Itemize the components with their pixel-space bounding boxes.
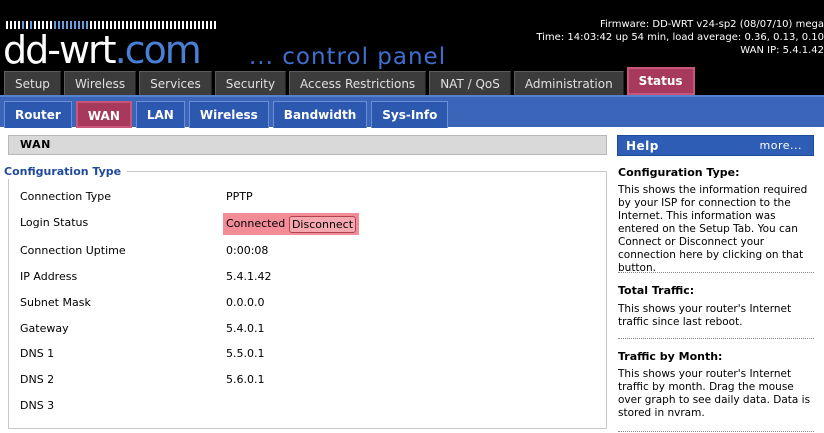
router-info: Firmware: DD-WRT v24-sp2 (08/07/10) mega…: [536, 18, 824, 57]
help-header: Help more...: [617, 135, 814, 156]
help-divider: [618, 431, 814, 432]
tab-access-restrictions[interactable]: Access Restrictions: [289, 71, 427, 95]
label-login-status: Login Status: [20, 216, 89, 229]
tab-wireless[interactable]: Wireless: [63, 71, 137, 95]
tab-administration[interactable]: Administration: [513, 71, 624, 95]
logo: dd-wrt.com: [3, 28, 202, 72]
value-dns-1: 5.5.0.1: [226, 347, 265, 360]
help-heading-configuration-type: Configuration Type:: [618, 166, 740, 179]
subtab-wireless[interactable]: Wireless: [188, 101, 269, 128]
label-subnet-mask: Subnet Mask: [20, 296, 91, 309]
help-text-traffic-by-month: This shows your router's Internet traffi…: [618, 368, 811, 419]
wan-ip-info: WAN IP: 5.4.1.42: [740, 45, 824, 56]
help-more-link[interactable]: more...: [760, 138, 802, 154]
subtab-router[interactable]: Router: [4, 101, 72, 128]
label-gateway: Gateway: [20, 322, 69, 335]
help-divider: [618, 272, 814, 273]
tab-setup[interactable]: Setup: [4, 71, 61, 95]
value-login-status: Connected: [226, 217, 286, 230]
help-text-configuration-type: This shows the information required by y…: [618, 184, 808, 274]
section-title: WAN: [8, 135, 607, 155]
main-tabs: Setup Wireless Services Security Access …: [4, 67, 698, 95]
value-gateway: 5.4.0.1: [226, 322, 265, 335]
label-connection-type: Connection Type: [20, 190, 112, 203]
sub-tabs: Router WAN LAN Wireless Bandwidth Sys-In…: [4, 101, 452, 128]
tab-services[interactable]: Services: [139, 71, 212, 95]
label-dns-2: DNS 2: [20, 373, 55, 386]
logo-tagline: ... control panel: [249, 44, 447, 70]
label-dns-3: DNS 3: [20, 399, 55, 412]
header: dd-wrt.com ... control panel Firmware: D…: [0, 0, 824, 95]
subtab-bandwidth[interactable]: Bandwidth: [272, 101, 368, 128]
help-title: Help: [626, 139, 659, 153]
help-heading-traffic-by-month: Traffic by Month:: [618, 350, 723, 363]
value-connection-uptime: 0:00:08: [226, 244, 269, 257]
value-ip-address: 5.4.1.42: [226, 270, 272, 283]
subtab-sys-info[interactable]: Sys-Info: [371, 101, 449, 128]
subtab-lan[interactable]: LAN: [135, 101, 185, 128]
value-connection-type: PPTP: [226, 190, 253, 203]
help-divider: [618, 338, 814, 339]
tab-status[interactable]: Status: [626, 67, 695, 95]
label-connection-uptime: Connection Uptime: [20, 244, 126, 257]
tab-security[interactable]: Security: [214, 71, 287, 95]
firmware-info: Firmware: DD-WRT v24-sp2 (08/07/10) mega: [600, 19, 824, 30]
subtab-wan[interactable]: WAN: [75, 101, 132, 128]
tab-nat-qos[interactable]: NAT / QoS: [429, 71, 511, 95]
value-subnet-mask: 0.0.0.0: [226, 296, 265, 309]
value-dns-2: 5.6.0.1: [226, 373, 265, 386]
help-text-total-traffic: This shows your router's Internet traffi…: [618, 303, 792, 328]
help-heading-total-traffic: Total Traffic:: [618, 284, 695, 297]
uptime-info: Time: 14:03:42 up 54 min, load average: …: [536, 32, 824, 43]
disconnect-button[interactable]: Disconnect: [289, 216, 356, 233]
sub-navigation: Router WAN LAN Wireless Bandwidth Sys-In…: [0, 95, 824, 128]
label-dns-1: DNS 1: [20, 347, 55, 360]
fieldset-legend: Configuration Type: [4, 165, 128, 179]
label-ip-address: IP Address: [20, 270, 78, 283]
configuration-fieldset: [8, 171, 607, 429]
